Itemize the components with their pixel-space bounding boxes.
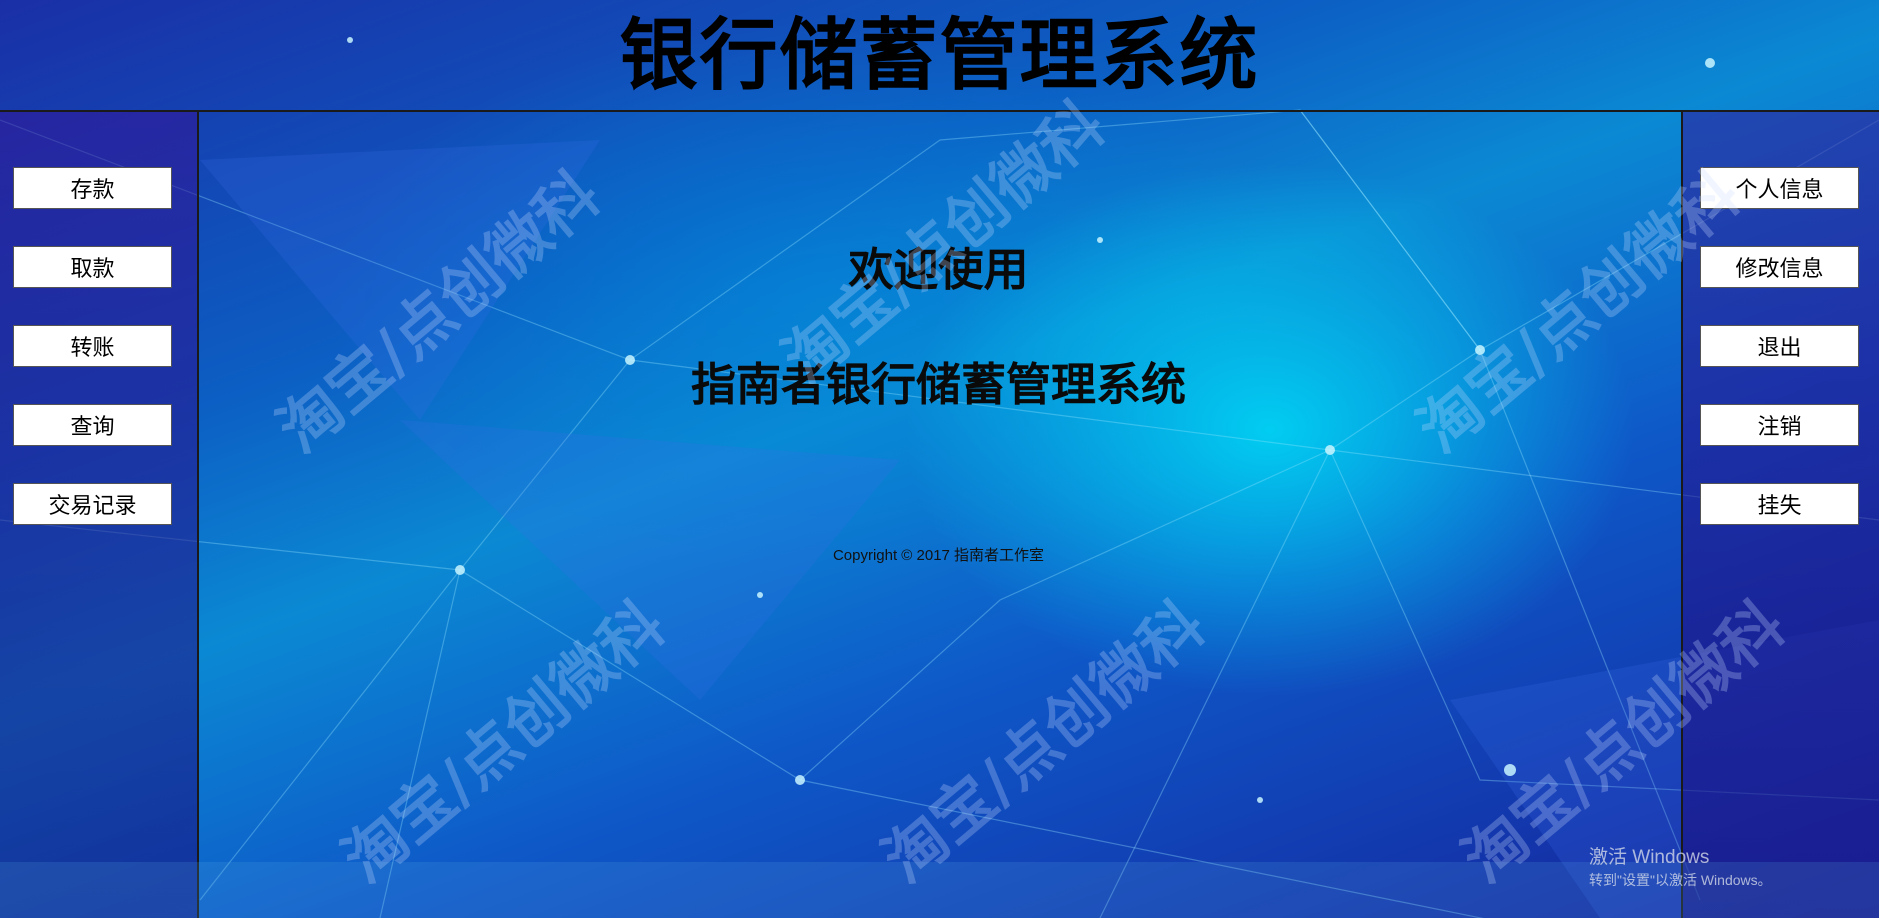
- header-bar: 银行储蓄管理系统: [0, 0, 1879, 112]
- logout-button[interactable]: 退出: [1700, 325, 1859, 367]
- copyright-text: Copyright © 2017 指南者工作室: [832, 547, 1045, 564]
- welcome-message: 欢迎使用 指南者银行储蓄管理系统: [200, 240, 1677, 415]
- deposit-button[interactable]: 存款: [13, 167, 172, 209]
- watermark: 淘宝/点创微科: [328, 587, 679, 897]
- windows-activation-notice: 激活 Windows 转到"设置"以激活 Windows。: [1589, 846, 1772, 890]
- welcome-heading: 欢迎使用: [848, 243, 1029, 296]
- system-name-heading: 指南者银行储蓄管理系统: [690, 358, 1186, 411]
- left-sidebar: 存款 取款 转账 查询 交易记录: [0, 112, 199, 918]
- app-title: 银行储蓄管理系统: [619, 11, 1260, 101]
- watermark: 淘宝/点创微科: [868, 587, 1219, 897]
- withdraw-button[interactable]: 取款: [13, 246, 172, 288]
- query-button[interactable]: 查询: [13, 404, 172, 446]
- right-sidebar: 个人信息 修改信息 退出 注销 挂失: [1681, 112, 1879, 918]
- edit-info-button[interactable]: 修改信息: [1700, 246, 1859, 288]
- background-network-art: [0, 37, 1879, 918]
- report-loss-button[interactable]: 挂失: [1700, 483, 1859, 525]
- activation-title: 激活 Windows: [1589, 847, 1710, 868]
- transfer-button[interactable]: 转账: [13, 325, 172, 367]
- cancel-account-button[interactable]: 注销: [1700, 404, 1859, 446]
- personal-info-button[interactable]: 个人信息: [1700, 167, 1859, 209]
- activation-subtitle: 转到"设置"以激活 Windows。: [1589, 872, 1772, 888]
- transaction-history-button[interactable]: 交易记录: [13, 483, 172, 525]
